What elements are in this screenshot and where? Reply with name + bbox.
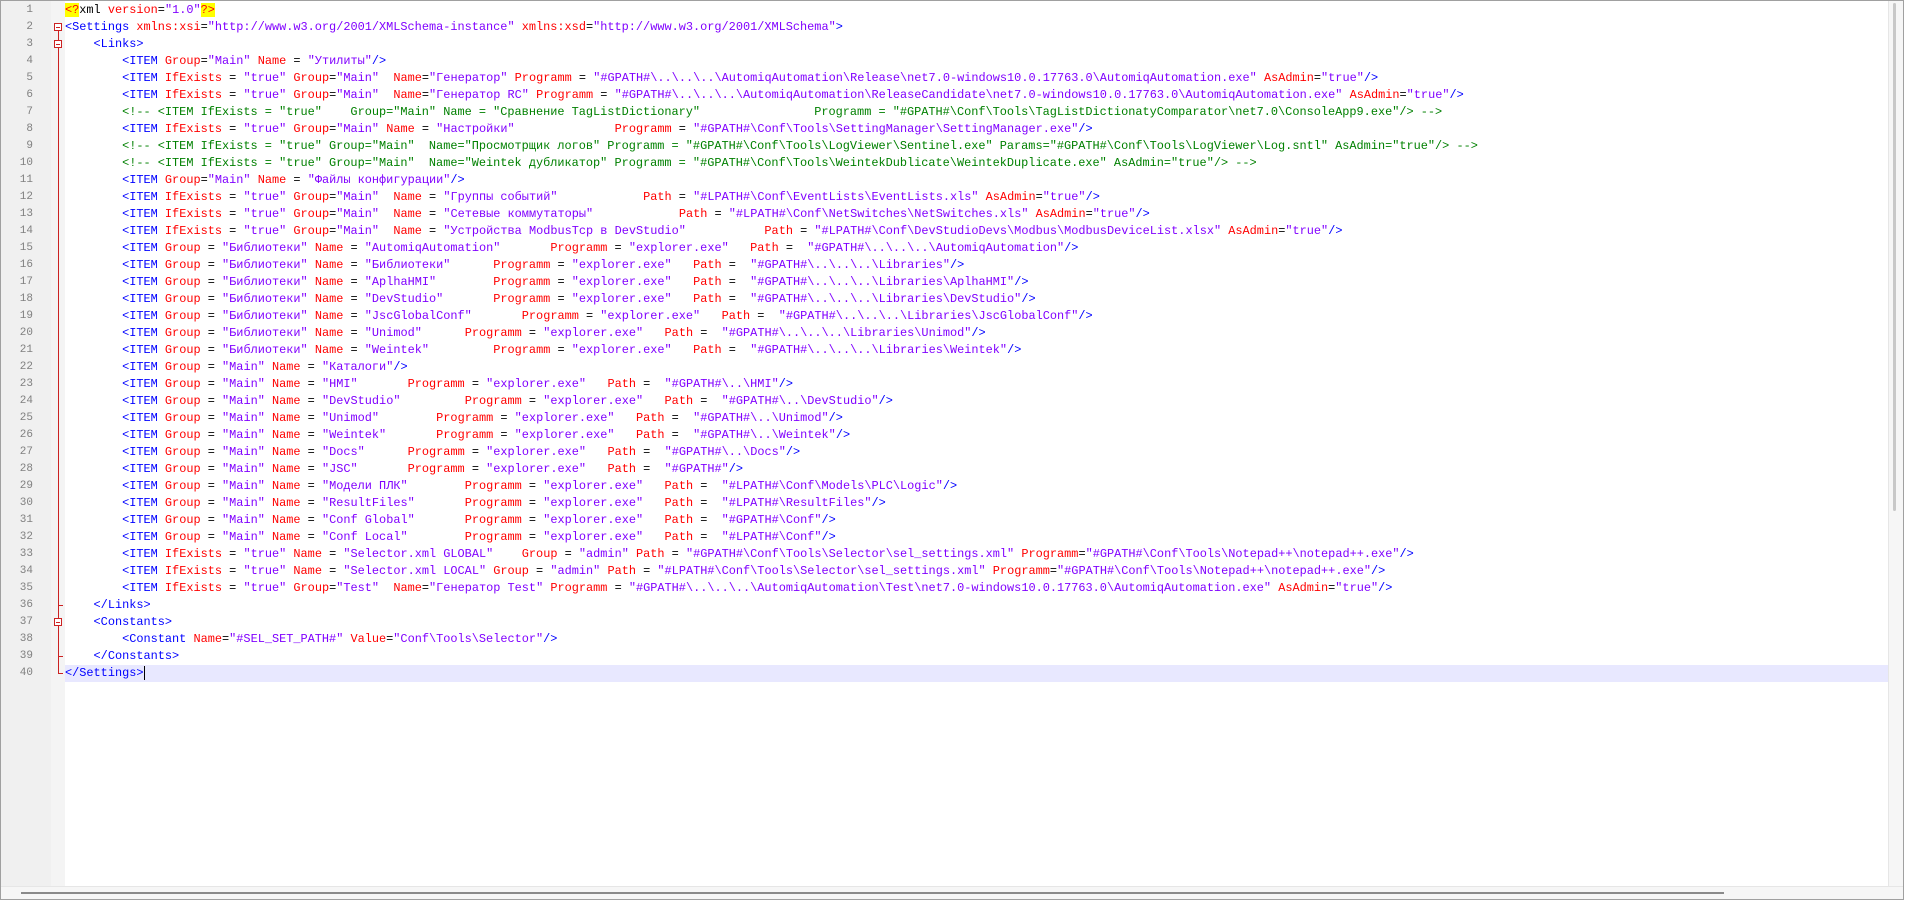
line-number: 3 (26, 38, 33, 50)
code-line[interactable]: </Settings> (65, 665, 1889, 682)
code-area[interactable]: <?xml version="1.0"?> <Settings xmlns:xsi… (65, 1, 1889, 899)
code-line[interactable]: <ITEM IfExists = "true" Name = "Selector… (65, 563, 1889, 580)
code-line[interactable]: <ITEM Group = "Библиотеки" Name = "DevSt… (65, 291, 1889, 308)
code-line[interactable]: <!-- <ITEM IfExists = "true" Group="Main… (65, 155, 1889, 172)
line-number: 24 (19, 395, 33, 407)
code-line[interactable]: </Links> (65, 597, 1889, 614)
line-number: 28 (19, 463, 33, 475)
code-line[interactable]: <?xml version="1.0"?> (65, 2, 1889, 19)
code-line[interactable]: <ITEM Group="Main" Name = "Файлы конфигу… (65, 172, 1889, 189)
line-number: 32 (19, 531, 33, 543)
line-number: 20 (19, 327, 33, 339)
code-line[interactable]: <ITEM Group = "Main" Name = "Docs" Progr… (65, 444, 1889, 461)
code-line[interactable]: <ITEM Group = "Библиотеки" Name = "Autom… (65, 240, 1889, 257)
code-line[interactable]: <ITEM Group="Main" Name = "Утилиты"/> (65, 53, 1889, 70)
line-number: 34 (19, 565, 33, 577)
fold-toggle-icon[interactable] (54, 618, 62, 626)
line-number: 15 (19, 242, 33, 254)
fold-end-marker (58, 656, 63, 657)
line-number: 5 (26, 72, 33, 84)
code-line[interactable]: <ITEM Group = "Библиотеки" Name = "Библи… (65, 257, 1889, 274)
line-number: 16 (19, 259, 33, 271)
line-number: 23 (19, 378, 33, 390)
code-line[interactable]: <ITEM Group = "Main" Name = "HMI" Progra… (65, 376, 1889, 393)
line-number: 37 (19, 616, 33, 628)
line-number: 1 (26, 4, 33, 16)
line-number: 33 (19, 548, 33, 560)
line-number: 40 (19, 667, 33, 679)
line-number: 11 (19, 174, 33, 186)
horizontal-scroll-thumb[interactable] (21, 892, 1724, 894)
code-line[interactable]: <ITEM Group = "Библиотеки" Name = "Weint… (65, 342, 1889, 359)
code-line[interactable]: <ITEM IfExists = "true" Group="Main" Nam… (65, 87, 1889, 104)
line-number: 31 (19, 514, 33, 526)
line-number: 2 (26, 21, 33, 33)
line-number: 13 (19, 208, 33, 220)
code-line[interactable]: <ITEM Group = "Библиотеки" Name = "Aplha… (65, 274, 1889, 291)
code-line[interactable]: <ITEM Group = "Main" Name = "Модели ПЛК"… (65, 478, 1889, 495)
code-line[interactable]: <Constant Name="#SEL_SET_PATH#" Value="C… (65, 631, 1889, 648)
line-number: 22 (19, 361, 33, 373)
line-number: 12 (19, 191, 33, 203)
code-line[interactable]: <ITEM IfExists = "true" Group="Main" Nam… (65, 70, 1889, 87)
fold-end-marker (58, 605, 63, 606)
text-caret (143, 666, 145, 680)
fold-guide-line (58, 48, 59, 605)
code-line[interactable]: <ITEM Group = "Main" Name = "DevStudio" … (65, 393, 1889, 410)
code-line[interactable]: <Constants> (65, 614, 1889, 631)
code-line[interactable]: <ITEM Group = "Main" Name = "Unimod" Pro… (65, 410, 1889, 427)
code-line[interactable]: <ITEM Group = "Main" Name = "JSC" Progra… (65, 461, 1889, 478)
line-number: 19 (19, 310, 33, 322)
code-line[interactable]: <ITEM IfExists = "true" Name = "Selector… (65, 546, 1889, 563)
line-number: 10 (19, 157, 33, 169)
code-line[interactable]: <ITEM IfExists = "true" Group="Main" Nam… (65, 121, 1889, 138)
line-number: 36 (19, 599, 33, 611)
code-line[interactable]: <ITEM Group = "Библиотеки" Name = "Unimo… (65, 325, 1889, 342)
line-number: 35 (19, 582, 33, 594)
code-line[interactable]: <ITEM Group = "Main" Name = "Каталоги"/> (65, 359, 1889, 376)
code-line[interactable]: <!-- <ITEM IfExists = "true" Group="Main… (65, 104, 1889, 121)
code-line[interactable]: <ITEM IfExists = "true" Group="Test" Nam… (65, 580, 1889, 597)
code-line[interactable]: <Settings xmlns:xsi="http://www.w3.org/2… (65, 19, 1889, 36)
line-number: 21 (19, 344, 33, 356)
code-line[interactable]: <ITEM Group = "Main" Name = "Conf Global… (65, 512, 1889, 529)
code-line[interactable]: <ITEM IfExists = "true" Group="Main" Nam… (65, 189, 1889, 206)
code-editor[interactable]: 1 2 3 4 5 6 7 8 9 10 11 12 13 14 15 16 17 18 19 20 21 22 23 24 2… (0, 0, 1904, 900)
code-line[interactable]: <!-- <ITEM IfExists = "true" Group="Main… (65, 138, 1889, 155)
line-number: 29 (19, 480, 33, 492)
vertical-scrollbar[interactable] (1888, 1, 1903, 899)
code-line[interactable]: <ITEM IfExists = "true" Group="Main" Nam… (65, 223, 1889, 240)
fold-guide-line (58, 626, 59, 656)
line-number: 18 (19, 293, 33, 305)
code-line[interactable]: <ITEM IfExists = "true" Group="Main" Nam… (65, 206, 1889, 223)
line-number: 6 (26, 89, 33, 101)
line-number: 4 (26, 55, 33, 67)
line-number: 25 (19, 412, 33, 424)
code-line[interactable]: <ITEM Group = "Main" Name = "Conf Local"… (65, 529, 1889, 546)
code-line[interactable]: <Links> (65, 36, 1889, 53)
line-number: 27 (19, 446, 33, 458)
fold-toggle-icon[interactable] (54, 40, 62, 48)
fold-end-marker (58, 673, 63, 674)
line-number: 8 (26, 123, 33, 135)
line-number: 38 (19, 633, 33, 645)
line-number: 30 (19, 497, 33, 509)
vertical-scroll-thumb[interactable] (1893, 3, 1896, 511)
fold-toggle-icon[interactable] (54, 23, 62, 31)
line-number: 14 (19, 225, 33, 237)
line-number: 9 (26, 140, 33, 152)
line-number-gutter: 1 2 3 4 5 6 7 8 9 10 11 12 13 14 15 16 17 18 19 20 21 22 23 24 2… (1, 1, 52, 899)
code-line[interactable]: <ITEM Group = "Main" Name = "ResultFiles… (65, 495, 1889, 512)
code-line[interactable]: <ITEM Group = "Main" Name = "Weintek" Pr… (65, 427, 1889, 444)
horizontal-scrollbar[interactable] (1, 886, 1903, 899)
line-number: 7 (26, 106, 33, 118)
line-number: 17 (19, 276, 33, 288)
code-line[interactable]: </Constants> (65, 648, 1889, 665)
code-line[interactable]: <ITEM Group = "Библиотеки" Name = "JscGl… (65, 308, 1889, 325)
line-number: 26 (19, 429, 33, 441)
line-number: 39 (19, 650, 33, 662)
